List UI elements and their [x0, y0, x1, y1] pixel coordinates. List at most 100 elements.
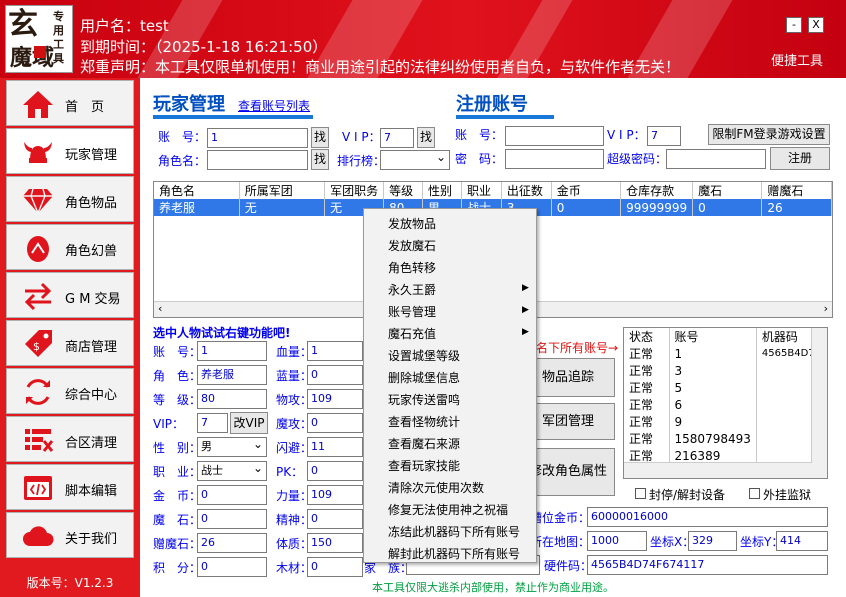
coord-x-field[interactable]: 329 [688, 531, 737, 551]
table-row[interactable]: 正常 6 [624, 396, 827, 413]
menu-item-delete-castle-info[interactable]: 删除城堡信息 [388, 369, 460, 386]
horizontal-scrollbar[interactable] [624, 462, 827, 478]
column-header[interactable]: 军团职务 [324, 182, 385, 199]
table-row[interactable]: 正常 5 [624, 379, 827, 396]
account-search-input[interactable]: 1 [207, 128, 308, 148]
menu-item-player-skills[interactable]: 查看玩家技能 [388, 457, 460, 474]
menu-item-teleport-player[interactable]: 玩家传送雷鸣 [388, 391, 460, 408]
menu-item-freeze-machine-accounts[interactable]: 冻结此机器码下所有账号 [388, 523, 520, 540]
physique-field[interactable]: 150 [307, 533, 363, 553]
dodge-field[interactable]: 11 [307, 437, 363, 457]
logo-side-text: 专用工具 [53, 10, 64, 65]
strength-field[interactable]: 109 [307, 485, 363, 505]
scroll-left-icon[interactable]: ‹ [158, 302, 162, 315]
menu-item-account-management[interactable]: 账号管理 [388, 303, 436, 320]
menu-item-fix-blessing[interactable]: 修复无法使用神之祝福 [388, 501, 508, 518]
column-header[interactable]: 所属军团 [239, 182, 326, 199]
ranking-select[interactable] [380, 150, 450, 170]
sidebar-item-home[interactable]: 首 页 [6, 80, 134, 126]
detail-vip-label: VIP： [153, 417, 184, 431]
table-row[interactable]: 正常 9 [624, 413, 827, 430]
pk-field[interactable]: 0 [307, 461, 363, 481]
table-row[interactable]: 正常 1 4565B4D74 [624, 345, 827, 362]
detail-points-field[interactable]: 0 [197, 557, 267, 577]
column-header[interactable]: 职业 [461, 182, 502, 199]
password-input[interactable] [505, 149, 604, 169]
menu-item-set-castle-level[interactable]: 设置城堡等级 [388, 347, 460, 364]
column-header[interactable]: 账号 [669, 328, 757, 345]
menu-item-permanent-king[interactable]: 永久王爵 [388, 281, 436, 298]
vertical-scrollbar[interactable] [811, 328, 827, 463]
quick-tools-link[interactable]: 便捷工具 [771, 50, 823, 69]
table-row[interactable]: 正常 1580798493 [624, 430, 827, 447]
gender-select[interactable]: 男 [197, 437, 267, 457]
super-password-input[interactable] [666, 149, 766, 169]
menu-item-magic-stone-recharge[interactable]: 魔石充值 [388, 325, 436, 342]
scroll-right-icon[interactable]: › [824, 302, 828, 315]
plugin-monitor-checkbox[interactable] [749, 488, 760, 499]
change-vip-button[interactable]: 改VIP [230, 412, 268, 434]
sidebar-item-role-pets[interactable]: 角色幻兽 [6, 224, 134, 270]
account-device-grid[interactable]: 状态 账号 机器码 正常 1 4565B4D74 正常 3 正常 5 正常 6 正常 9 正… [623, 327, 828, 479]
menu-item-issue-items[interactable]: 发放物品 [388, 215, 436, 232]
sidebar-item-shop-management[interactable]: $ 商店管理 [6, 320, 134, 366]
column-header[interactable]: 赠魔石 [761, 182, 832, 199]
find-vip-button[interactable]: 找 [417, 127, 435, 148]
limit-fm-login-button[interactable]: 限制FM登录游戏设置 [708, 124, 830, 145]
table-row[interactable]: 正常 3 [624, 362, 827, 379]
column-header[interactable]: 出征数 [501, 182, 552, 199]
find-account-button[interactable]: 找 [311, 127, 329, 148]
magic-atk-field[interactable]: 0 [307, 413, 363, 433]
sidebar-item-about-us[interactable]: 关于我们 [6, 512, 134, 558]
detail-stone-field[interactable]: 0 [197, 509, 267, 529]
mp-field[interactable]: 0 [307, 365, 363, 385]
view-account-list-link[interactable]: 查看账号列表 [238, 97, 310, 114]
menu-item-monster-stats[interactable]: 查看怪物统计 [388, 413, 460, 430]
menu-item-unfreeze-machine-accounts[interactable]: 解封此机器码下所有账号 [388, 545, 520, 562]
freeze-device-checkbox[interactable] [635, 488, 646, 499]
exchange-arrows-icon [24, 282, 52, 311]
column-header[interactable]: 性别 [422, 182, 462, 199]
sidebar-item-gm-trade[interactable]: G M 交易 [6, 272, 134, 318]
submenu-arrow-icon: ▶ [522, 305, 529, 315]
column-header[interactable]: 状态 [624, 328, 670, 345]
register-button[interactable]: 注册 [770, 147, 830, 170]
menu-item-transfer-role[interactable]: 角色转移 [388, 259, 436, 276]
spirit-field[interactable]: 0 [307, 509, 363, 529]
register-vip-input[interactable]: 7 [647, 126, 681, 146]
column-header[interactable]: 金币 [551, 182, 622, 199]
slot-gold-field[interactable]: 60000016000 [587, 507, 828, 527]
hp-field[interactable]: 1 [307, 341, 363, 361]
coord-y-field[interactable]: 414 [776, 531, 828, 551]
column-header[interactable]: 角色名 [154, 182, 240, 199]
register-account-input[interactable] [505, 126, 604, 146]
menu-item-magic-stone-source[interactable]: 查看魔石来源 [388, 435, 460, 452]
hardware-code-field[interactable]: 4565B4D74F674117 [587, 555, 828, 575]
sidebar-item-merge-cleanup[interactable]: 合区清理 [6, 416, 134, 462]
role-name-input[interactable] [207, 150, 308, 170]
job-select[interactable]: 战士 [197, 461, 267, 481]
minimize-button[interactable]: - [786, 17, 802, 33]
cell: 9 [669, 413, 757, 430]
column-header[interactable]: 魔石 [692, 182, 763, 199]
column-header[interactable]: 等级 [383, 182, 424, 199]
detail-role-field[interactable]: 养老服 [197, 365, 267, 385]
sidebar-item-integrated-center[interactable]: 综合中心 [6, 368, 134, 414]
sidebar-item-player-management[interactable]: 玩家管理 [6, 128, 134, 174]
sidebar-item-role-items[interactable]: 角色物品 [6, 176, 134, 222]
detail-account-field[interactable]: 1 [197, 341, 267, 361]
detail-vip-field[interactable]: 7 [197, 413, 228, 433]
phys-atk-field[interactable]: 109 [307, 389, 363, 409]
detail-gift-stone-field[interactable]: 26 [197, 533, 267, 553]
map-field[interactable]: 1000 [587, 531, 647, 551]
close-button[interactable]: X [808, 17, 824, 33]
sidebar-item-script-editor[interactable]: 脚本编辑 [6, 464, 134, 510]
find-role-button[interactable]: 找 [311, 149, 329, 170]
wood-field[interactable]: 0 [307, 557, 363, 577]
vip-search-input[interactable]: 7 [380, 128, 414, 148]
menu-item-clear-dimension-count[interactable]: 清除次元使用次数 [388, 479, 484, 496]
detail-level-field[interactable]: 80 [197, 389, 267, 409]
detail-gold-field[interactable]: 0 [197, 485, 267, 505]
menu-item-issue-magic-stone[interactable]: 发放魔石 [388, 237, 436, 254]
column-header[interactable]: 仓库存款 [620, 182, 694, 199]
